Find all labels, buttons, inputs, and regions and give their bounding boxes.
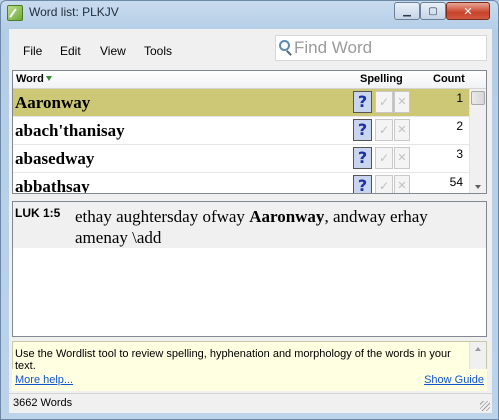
grid-header: Word Spelling Count — [13, 71, 486, 89]
grid-scrollbar[interactable] — [469, 89, 486, 193]
search-icon — [279, 40, 290, 51]
spelling-incorrect-button[interactable]: ✕ — [394, 91, 410, 113]
spelling-correct-button[interactable]: ✓ — [375, 91, 393, 113]
menu-view[interactable]: View — [100, 44, 126, 58]
maximize-button[interactable]: ▢ — [420, 2, 446, 20]
scrollbar-thumb[interactable] — [471, 91, 485, 105]
resize-grip-icon[interactable] — [480, 401, 490, 411]
context-text: ethay aughtersday ofway Aaronway, andway… — [75, 206, 475, 248]
spelling-unknown-button[interactable]: ? — [353, 119, 372, 141]
show-guide-link[interactable]: Show Guide — [424, 374, 484, 386]
client-area: File Edit View Tools Word Spelling Count… — [9, 29, 492, 413]
scroll-down-arrow-icon[interactable] — [475, 185, 481, 189]
wordlist-window: Word list: PLKJV ▁ ▢ ✕ File Edit View To… — [0, 0, 499, 420]
spelling-correct-button[interactable]: ✓ — [375, 175, 393, 193]
app-icon — [7, 5, 23, 21]
column-header-word[interactable]: Word — [16, 73, 52, 85]
title-bar[interactable]: Word list: PLKJV ▁ ▢ ✕ — [1, 1, 498, 25]
column-header-word-label: Word — [16, 73, 44, 85]
menu-edit[interactable]: Edit — [60, 44, 81, 58]
verse-reference[interactable]: LUK 1:5 — [15, 206, 60, 220]
table-row[interactable]: abach'thanisay ? ✓ ✕ 2 — [13, 117, 469, 145]
spelling-unknown-button[interactable]: ? — [353, 175, 372, 193]
spelling-correct-button[interactable]: ✓ — [375, 119, 393, 141]
spelling-correct-button[interactable]: ✓ — [375, 147, 393, 169]
column-header-count[interactable]: Count — [433, 73, 465, 85]
word-grid: Word Spelling Count Aaronway ? ✓ ✕ 1 aba… — [12, 70, 487, 194]
context-pane: LUK 1:5 ethay aughtersday ofway Aaronway… — [12, 201, 487, 337]
spelling-incorrect-button[interactable]: ✕ — [394, 175, 410, 193]
search-input[interactable] — [294, 38, 484, 58]
spelling-incorrect-button[interactable]: ✕ — [394, 119, 410, 141]
window-title: Word list: PLKJV — [29, 5, 119, 19]
menu-tools[interactable]: Tools — [144, 44, 172, 58]
sort-descending-icon — [45, 76, 52, 81]
spelling-unknown-button[interactable]: ? — [353, 147, 372, 169]
menu-bar: File Edit View Tools — [9, 29, 492, 69]
count-cell: 1 — [456, 91, 463, 105]
help-links: More help... Show Guide — [12, 369, 487, 391]
word-cell: abach'thanisay — [15, 121, 125, 140]
menu-file[interactable]: File — [23, 44, 42, 58]
scroll-up-arrow-icon[interactable] — [475, 347, 481, 351]
table-row[interactable]: Aaronway ? ✓ ✕ 1 — [13, 89, 469, 117]
context-band: LUK 1:5 ethay aughtersday ofway Aaronway… — [13, 202, 486, 248]
table-row[interactable]: abbathsay ? ✓ ✕ 54 — [13, 173, 469, 194]
table-row[interactable]: abasedway ? ✓ ✕ 3 — [13, 145, 469, 173]
count-cell: 54 — [449, 175, 463, 189]
count-cell: 2 — [456, 119, 463, 133]
close-button[interactable]: ✕ — [446, 2, 490, 20]
word-cell: abbathsay — [15, 177, 90, 194]
spelling-unknown-button[interactable]: ? — [353, 91, 372, 113]
search-box[interactable] — [275, 35, 487, 61]
spelling-incorrect-button[interactable]: ✕ — [394, 147, 410, 169]
context-highlight-word: Aaronway — [249, 207, 325, 226]
word-count-status: 3662 Words — [13, 397, 73, 409]
column-header-spelling[interactable]: Spelling — [360, 73, 403, 85]
count-cell: 3 — [456, 147, 463, 161]
status-bar: 3662 Words — [9, 393, 492, 413]
word-cell: Aaronway — [15, 93, 91, 112]
word-cell: abasedway — [15, 149, 95, 168]
more-help-link[interactable]: More help... — [15, 374, 73, 386]
minimize-button[interactable]: ▁ — [394, 2, 420, 20]
context-text-before: ethay aughtersday ofway — [75, 207, 250, 226]
